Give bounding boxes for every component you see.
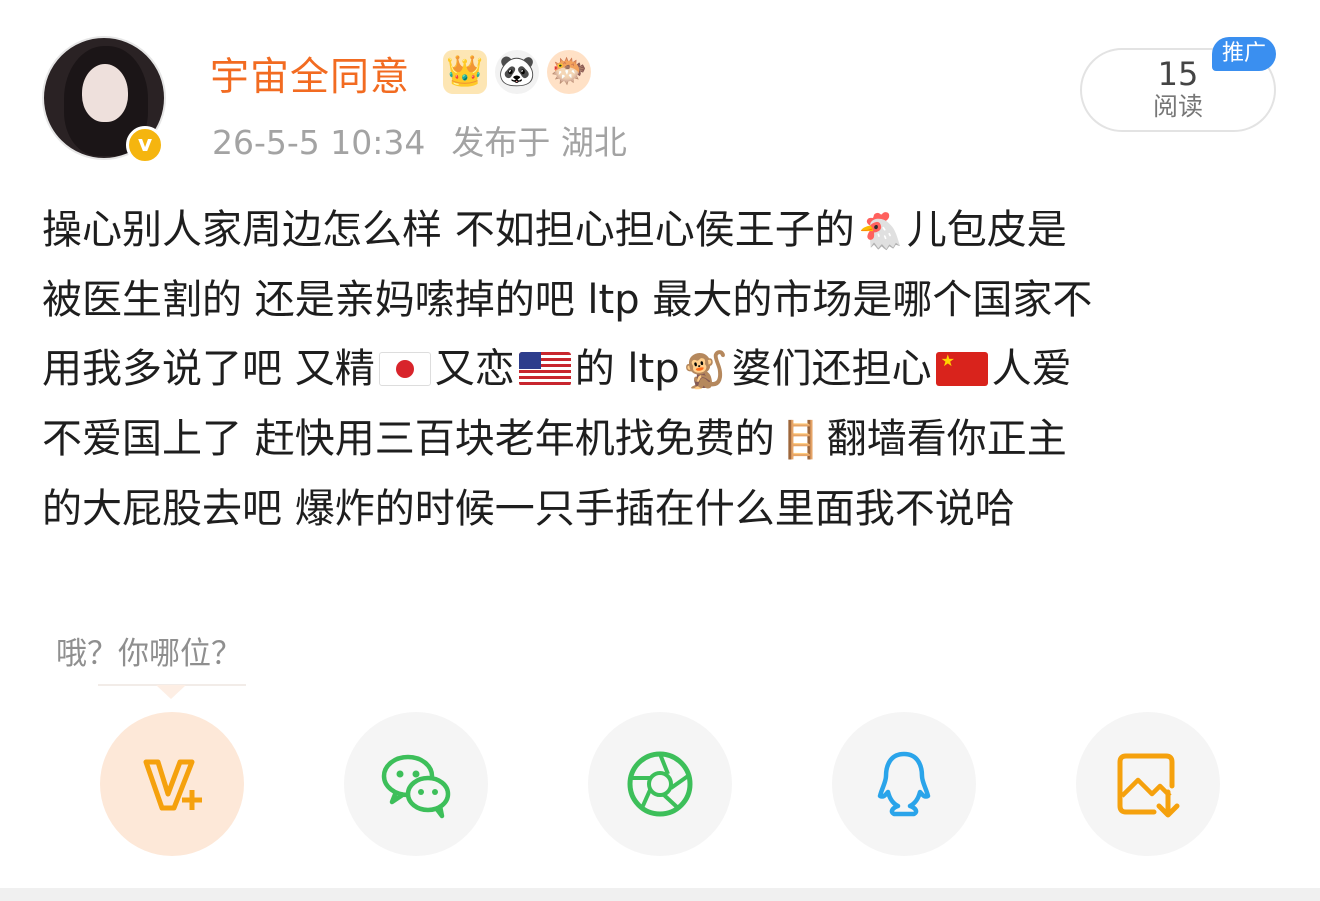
japan-flag-icon (378, 352, 431, 386)
qq-penguin-icon (877, 751, 931, 817)
ladder-emoji-icon: 🪜 (778, 420, 824, 461)
share-weibo-vplus-button[interactable] (100, 712, 244, 856)
username[interactable]: 宇宙全同意 (210, 46, 410, 102)
fish-badge-icon[interactable]: 🐡 (547, 50, 591, 94)
post-line: 的大屁股去吧 爆炸的时候一只手插在什么里面我不说哈 (42, 475, 1282, 544)
save-image-button[interactable] (1076, 712, 1220, 856)
post-text: 的大屁股去吧 爆炸的时候一只手插在什么里面我不说哈 (42, 486, 1015, 532)
post-text: 操心别人家周边怎么样 不如担心担心侯王子的 (42, 207, 855, 253)
china-flag-icon (935, 352, 988, 386)
post-line: 操心别人家周边怎么样 不如担心担心侯王子的🐔儿包皮是 (42, 196, 1282, 266)
vplus-icon (143, 759, 202, 811)
user-badges: 👑 🐼 🐡 (443, 50, 591, 94)
crown-badge-icon[interactable]: 👑 (443, 50, 487, 94)
post-text: 被医生割的 还是亲妈嗦掉的吧 ltp 最大的市场是哪个国家不 (42, 277, 1093, 323)
post-line: 被医生割的 还是亲妈嗦掉的吧 ltp 最大的市场是哪个国家不 (42, 266, 1282, 335)
post-text: 翻墙看你正主 (826, 416, 1067, 462)
post-text: 儿包皮是 (906, 207, 1067, 253)
share-qq-button[interactable] (832, 712, 976, 856)
share-moments-button[interactable] (588, 712, 732, 856)
panda-badge-icon[interactable]: 🐼 (495, 50, 539, 94)
save-image-icon (1117, 753, 1180, 818)
chicken-emoji-icon: 🐔 (858, 211, 904, 252)
wechat-icon (381, 754, 451, 819)
share-wechat-button[interactable] (344, 712, 488, 856)
post-line: 不爱国上了 赶快用三百块老年机找免费的🪜翻墙看你正主 (42, 405, 1282, 475)
post-text: 用我多说了吧 又精 (42, 346, 375, 392)
post-body: 操心别人家周边怎么样 不如担心担心侯王子的🐔儿包皮是 被医生割的 还是亲妈嗦掉的… (42, 196, 1282, 544)
post-text: 人爱 (991, 346, 1072, 392)
monkey-emoji-icon: 🐒 (683, 350, 729, 391)
post-line: 用我多说了吧 又精 又恋 的 ltp🐒婆们还担心 人爱 (42, 335, 1282, 405)
avatar-face (82, 64, 128, 122)
share-tooltip: 哦？你哪位？ (56, 636, 242, 672)
post-location: 发布于 湖北 (451, 123, 627, 162)
post-text: 不爱国上了 赶快用三百块老年机找免费的 (42, 416, 775, 462)
usa-flag-icon (518, 352, 571, 386)
moments-aperture-icon (627, 751, 693, 817)
post-text: 又恋 (434, 346, 515, 392)
post-text: 婆们还担心 (731, 346, 932, 392)
read-count-label: 阅读 (1152, 92, 1203, 121)
post-meta: 26-5-5 10:34 发布于 湖北 (212, 116, 627, 164)
bottom-divider (0, 888, 1320, 901)
post-text: 的 ltp (574, 346, 680, 392)
promo-tag: 推广 (1212, 37, 1276, 71)
post-timestamp: 26-5-5 10:34 (212, 123, 426, 162)
verified-badge-icon: v (126, 126, 164, 164)
tooltip-arrow-icon (156, 685, 186, 699)
